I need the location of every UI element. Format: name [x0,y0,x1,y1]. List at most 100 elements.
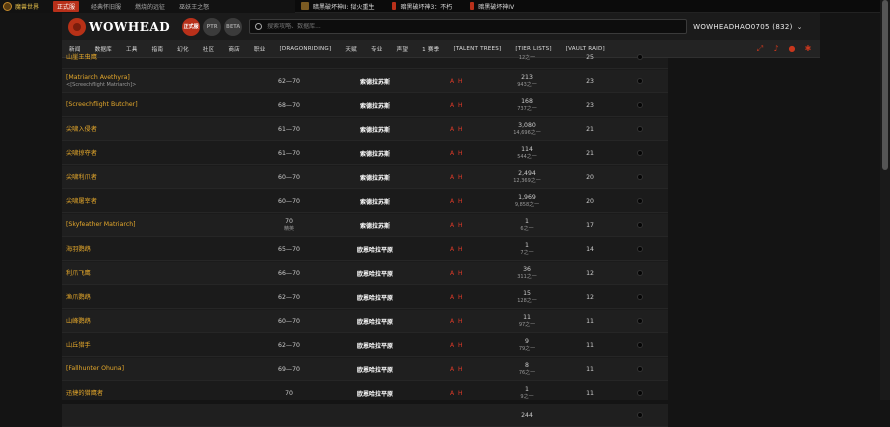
table-row[interactable]: 迅捷的猎鹰者 70 欧恩哈拉平原 A H 1 9之一 11 [62,382,668,405]
npc-name-cell[interactable]: [Matriarch Avethyra] <[Screechflight Matr… [66,70,136,92]
table-row[interactable]: 山峰鹦鹉 60—70 欧恩哈拉平原 A H 11 97之一 11 [62,310,668,333]
npc-name-cell[interactable]: 迅捷的猎鹰者 [66,382,103,404]
npc-name-cell[interactable]: 尖啸入侵者 [66,118,97,140]
npc-name-cell[interactable]: 海羽鹦鹉 [66,238,91,260]
npc-name[interactable]: 山峰鹦鹉 [66,316,91,325]
npc-name[interactable]: [Screechflight Butcher] [66,101,138,108]
npc-name[interactable]: 尖啸入侵者 [66,124,97,133]
table-row[interactable]: 山崖王虫鹰 12之一 25 [62,46,668,69]
game-switcher[interactable]: 魔兽世界 正式服 经典怀旧服 燃烧的远征 巫妖王之怒 [0,0,295,13]
table-row[interactable]: 尖啸利爪者 60—70 索德拉苏斯 A H 2,494 12,369之一 20 [62,166,668,189]
map-dot-icon[interactable] [637,174,643,180]
zone-cell[interactable]: 欧恩哈拉平原 [330,334,420,356]
zone-cell[interactable]: 欧恩哈拉平原 [330,238,420,260]
map-dot-icon[interactable] [637,78,643,84]
news-diablo-immortal[interactable]: 暗黑破坏神3：不朽 [392,2,452,11]
zone-cell[interactable]: 欧恩哈拉平原 [330,382,420,404]
beta-badge[interactable]: BETA [224,17,243,36]
globe-icon[interactable]: ● [788,44,796,53]
search-box[interactable] [249,19,688,34]
tbc-link[interactable]: 燃烧的远征 [135,2,165,11]
live-badge[interactable]: 正式服 [182,17,201,36]
table-row[interactable]: 利爪飞鹰 66—70 欧恩哈拉平原 A H 36 311之一 12 [62,262,668,285]
npc-name[interactable]: 利爪飞鹰 [66,268,91,277]
map-dot-icon[interactable] [637,342,643,348]
search-input[interactable] [267,23,668,30]
map-dot-icon[interactable] [637,294,643,300]
zone-cell[interactable]: 索德拉苏斯 [330,190,420,212]
wowhead-logo[interactable]: WOWHEAD [68,17,170,36]
table-row[interactable]: 山丘猎手 62—70 欧恩哈拉平原 A H 9 79之一 11 [62,334,668,357]
table-row[interactable]: 尖啸掠夺者 61—70 索德拉苏斯 A H 114 544之一 21 [62,142,668,165]
zone-cell[interactable] [330,46,420,68]
table-row[interactable]: [Skyfeather Matriarch] 70 精英 索德拉苏斯 A H 1 6之一 17 [62,214,668,237]
game-label[interactable]: 魔兽世界 [15,2,39,11]
npc-name-cell[interactable]: 尖啸掠夺者 [66,142,97,164]
map-dot-icon[interactable] [637,126,643,132]
npc-name[interactable]: 迅捷的猎鹰者 [66,388,103,397]
npc-name-cell[interactable]: 尖啸屠宰者 [66,190,97,212]
zone-cell[interactable]: 索德拉苏斯 [330,142,420,164]
zone-cell[interactable]: 欧恩哈拉平原 [330,262,420,284]
map-dot-icon[interactable] [637,222,643,228]
npc-name-cell[interactable]: [Fallhunter Ohuna] [66,358,124,380]
map-dot-icon[interactable] [637,412,643,418]
npc-name[interactable]: 海羽鹦鹉 [66,244,91,253]
news-d4[interactable]: 暗黑破坏神IV [470,2,514,11]
npc-name-cell[interactable]: 利爪飞鹰 [66,262,91,284]
table-row[interactable]: [Screechflight Butcher] 68—70 索德拉苏斯 A H 168 7… [62,94,668,117]
zone-cell[interactable]: 索德拉苏斯 [330,214,420,236]
map-dot-icon[interactable] [637,54,643,60]
news-d2r[interactable]: 暗黑破坏神II: 狱火重生 [301,2,374,11]
npc-name[interactable]: 渔爪鹦鹉 [66,292,91,301]
npc-name[interactable]: 山丘猎手 [66,340,91,349]
map-dot-icon[interactable] [637,198,643,204]
table-row[interactable]: 尖啸入侵者 61—70 索德拉苏斯 A H 3,080 14,696之一 21 [62,118,668,141]
map-dot-icon[interactable] [637,366,643,372]
npc-name[interactable]: 山崖王虫鹰 [66,52,97,61]
page-scrollbar[interactable] [880,0,890,400]
map-dot-icon[interactable] [637,270,643,276]
table-row[interactable]: 244 [62,404,668,427]
table-row[interactable]: [Matriarch Avethyra] <[Screechflight Matr… [62,70,668,93]
npc-name-cell[interactable]: 山峰鹦鹉 [66,310,91,332]
npc-name-cell[interactable]: [Screechflight Butcher] [66,94,138,116]
expand-icon[interactable]: ⤢ [756,44,764,53]
npc-name-cell[interactable]: 山崖王虫鹰 [66,46,97,68]
npc-name-cell[interactable]: 山丘猎手 [66,334,91,356]
map-dot-icon[interactable] [637,150,643,156]
npc-name[interactable]: 尖啸利爪者 [66,172,97,181]
npc-name-cell[interactable]: 尖啸利爪者 [66,166,97,188]
zone-cell[interactable]: 索德拉苏斯 [330,94,420,116]
map-dot-icon[interactable] [637,246,643,252]
zone-cell[interactable]: 索德拉苏斯 [330,70,420,92]
bell-icon[interactable]: ♪ [772,44,780,53]
table-row[interactable]: 尖啸屠宰者 60—70 索德拉苏斯 A H 1,969 9,858之一 20 [62,190,668,213]
map-dot-icon[interactable] [637,318,643,324]
ptr-badge[interactable]: PTR [203,17,222,36]
zone-cell[interactable]: 欧恩哈拉平原 [330,310,420,332]
scrollbar-thumb[interactable] [882,0,888,170]
npc-name[interactable]: [Matriarch Avethyra] [66,74,136,81]
npc-name[interactable]: 尖啸掠夺者 [66,148,97,157]
zone-cell[interactable]: 欧恩哈拉平原 [330,358,420,380]
zone-cell[interactable]: 欧恩哈拉平原 [330,286,420,308]
npc-name[interactable]: [Skyfeather Matriarch] [66,221,136,228]
table-row[interactable]: [Fallhunter Ohuna] 69—70 欧恩哈拉平原 A H 8 76之一 11 [62,358,668,381]
zone-cell[interactable]: 索德拉苏斯 [330,166,420,188]
table-row[interactable]: 海羽鹦鹉 65—70 欧恩哈拉平原 A H 1 7之一 14 [62,238,668,261]
version-badge[interactable]: 正式服 [53,0,80,12]
table-row[interactable]: 渔爪鹦鹉 62—70 欧恩哈拉平原 A H 15 128之一 12 [62,286,668,309]
npc-name[interactable]: [Fallhunter Ohuna] [66,365,124,372]
classic-link[interactable]: 经典怀旧服 [91,2,121,11]
npc-name-cell[interactable]: 渔爪鹦鹉 [66,286,91,308]
settings-icon[interactable]: ✱ [804,44,812,53]
npc-name[interactable]: 尖啸屠宰者 [66,196,97,205]
zone-cell[interactable] [330,404,420,426]
map-dot-icon[interactable] [637,102,643,108]
wotlk-link[interactable]: 巫妖王之怒 [179,2,209,11]
zone-cell[interactable]: 索德拉苏斯 [330,118,420,140]
user-menu[interactable]: WOWHEADHAO0705 (832) ⌄ [693,23,803,31]
npc-name-cell[interactable]: [Skyfeather Matriarch] [66,214,136,236]
map-dot-icon[interactable] [637,390,643,396]
